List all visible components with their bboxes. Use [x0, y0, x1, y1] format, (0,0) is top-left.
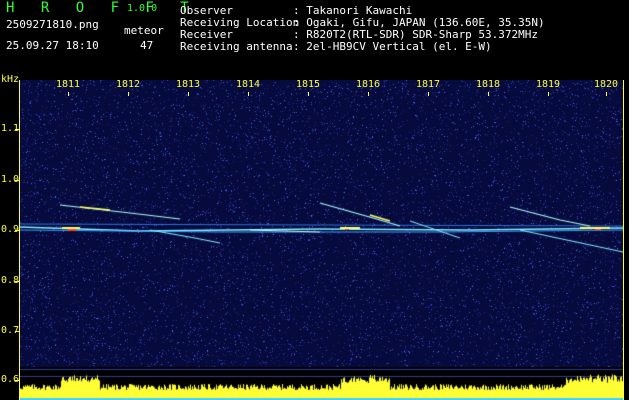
x-tick-label: 1820 — [593, 79, 619, 90]
info-value-antenna: : 2el-HB9CV Vertical (el. E-W) — [293, 40, 492, 53]
x-tick-label: 1815 — [295, 79, 321, 90]
spectrogram — [20, 80, 623, 367]
x-tick-mark — [68, 92, 69, 96]
x-tick-mark — [188, 92, 189, 96]
x-tick-label: 1812 — [115, 79, 141, 90]
meteor-count: 47 — [140, 39, 154, 52]
x-tick-mark — [428, 92, 429, 96]
right-axis-line — [623, 80, 624, 400]
info-key-antenna: Receiving antenna — [180, 40, 293, 53]
file-name: 2509271810.png — [6, 18, 99, 31]
x-tick-mark — [606, 92, 607, 96]
x-tick-mark — [368, 92, 369, 96]
x-tick-mark — [488, 92, 489, 96]
x-tick-mark — [128, 92, 129, 96]
x-tick-label: 1819 — [535, 79, 561, 90]
app-title: H R O F F T — [6, 0, 198, 16]
x-tick-label: 1813 — [175, 79, 201, 90]
x-tick-label: 1816 — [355, 79, 381, 90]
app-version: 1.0.0 — [127, 3, 158, 14]
x-tick-mark — [308, 92, 309, 96]
signal-histogram — [20, 367, 623, 400]
file-datetime: 25.09.27 18:10 — [6, 39, 99, 52]
x-tick-mark — [248, 92, 249, 96]
meteor-label: meteor — [124, 24, 164, 37]
x-tick-label: 1817 — [415, 79, 441, 90]
x-tick-label: 1818 — [475, 79, 501, 90]
x-tick-label: 1814 — [235, 79, 261, 90]
x-tick-label: 1811 — [55, 79, 81, 90]
y-axis-unit: kHz — [1, 74, 20, 85]
left-axis-line — [19, 80, 20, 400]
x-tick-mark — [548, 92, 549, 96]
